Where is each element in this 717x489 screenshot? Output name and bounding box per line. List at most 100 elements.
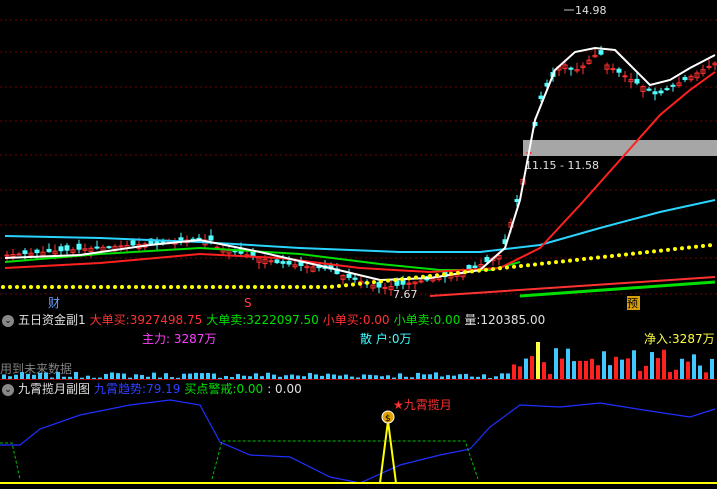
sub2-toggle-icon[interactable]: ⌄ [2, 383, 14, 396]
candle-body [484, 256, 490, 263]
volume-bar [632, 350, 636, 380]
support-dot [155, 285, 159, 289]
volume-bar [578, 360, 582, 380]
support-dot [295, 285, 299, 289]
candle-body [274, 259, 280, 264]
main-candlestick-chart[interactable]: 11.15 - 11.58 14.98 7.67 财 S 预 [0, 0, 717, 312]
support-dot [267, 285, 271, 289]
support-dot [239, 285, 243, 289]
candle-body [16, 253, 22, 256]
support-dot [484, 267, 488, 272]
support-dot [99, 285, 103, 289]
volume-bar [686, 361, 690, 380]
support-dot [92, 285, 96, 289]
volume-bar [680, 358, 684, 380]
support-dot [50, 285, 54, 289]
support-dot [190, 285, 194, 289]
volume-bar [662, 349, 666, 380]
support-dot [708, 243, 712, 248]
volume-bar [566, 348, 570, 380]
small-buy-label: 小单买: [322, 313, 363, 327]
support-dot [36, 285, 40, 289]
candle-body [58, 246, 64, 252]
small-buy-value: 0.00 [362, 313, 390, 327]
support-dot [568, 258, 572, 263]
ma-red-line [4, 71, 716, 274]
support-dot [183, 285, 187, 289]
support-dot [547, 260, 551, 265]
volume-bar [554, 348, 558, 380]
volume-bar [542, 362, 546, 380]
support-dot [386, 278, 390, 283]
support-dot [197, 285, 201, 289]
candle-body [46, 248, 52, 253]
volume-bar [698, 365, 702, 380]
support-dot [589, 256, 593, 261]
support-dot [372, 280, 376, 285]
volume-bar [656, 358, 660, 380]
support-dot [435, 273, 439, 278]
support-dot [400, 277, 404, 282]
candle-body [658, 90, 664, 94]
volume-bar [626, 358, 630, 380]
support-dot [288, 285, 292, 289]
sub1-toggle-icon[interactable]: ⌄ [2, 314, 14, 327]
candle-body [472, 265, 478, 268]
support-dot [162, 285, 166, 289]
big-sell-value: 3222097.50 [246, 313, 319, 327]
big-sell-label: 大单卖: [206, 313, 247, 327]
support-dot [330, 284, 334, 289]
resistance-zone [523, 140, 717, 156]
volume-bar [584, 360, 588, 380]
support-dot [512, 264, 516, 269]
support-dot [15, 285, 19, 289]
signal-coin-glyph: $ [385, 414, 391, 424]
candle-body [616, 68, 622, 73]
ma-cyan-line [4, 199, 716, 253]
support-dot [673, 247, 677, 252]
support-dot [253, 285, 257, 289]
support-dot [617, 253, 621, 258]
support-dot [57, 285, 61, 289]
support-dot [561, 259, 565, 264]
candle-body [568, 67, 574, 70]
support-dot [505, 265, 509, 270]
support-dot [554, 260, 558, 265]
zone-label: 11.15 - 11.58 [525, 159, 599, 172]
volume-bar [590, 358, 594, 380]
support-dot [218, 285, 222, 289]
support-dot [526, 263, 530, 268]
support-dot [120, 285, 124, 289]
volume-bar [620, 359, 624, 380]
volume-bar [608, 365, 612, 380]
support-dot [365, 280, 369, 285]
alert-value: 0.00 [236, 382, 264, 396]
volume-value: 120385.00 [480, 313, 546, 327]
support-dot [127, 285, 131, 289]
small-sell-value: 0.00 [433, 313, 461, 327]
support-dot [337, 284, 341, 289]
candle-body [268, 260, 274, 263]
candle-body [154, 241, 160, 244]
marker-s: S [244, 296, 252, 310]
candle-body [352, 277, 358, 280]
support-dot [8, 285, 12, 289]
volume-bar [644, 365, 648, 380]
candle-body [670, 84, 676, 87]
panel-divider [0, 379, 717, 380]
support-dot [687, 245, 691, 250]
support-dot [582, 257, 586, 262]
support-dot [680, 246, 684, 251]
volume-bar [650, 352, 654, 380]
signal-spike [379, 420, 397, 484]
candle-body [280, 261, 286, 264]
support-dot [666, 247, 670, 252]
support-dot [106, 285, 110, 289]
candle-body [94, 246, 100, 249]
support-dot [148, 285, 152, 289]
volume-bar [530, 356, 534, 380]
alert-line-1 [0, 442, 21, 480]
support-dot [407, 276, 411, 281]
sub1-header: ⌄ 五日资金副1 大单买:3927498.75 大单卖:3222097.50 小单买:0… [0, 312, 549, 328]
support-dot [316, 285, 320, 289]
